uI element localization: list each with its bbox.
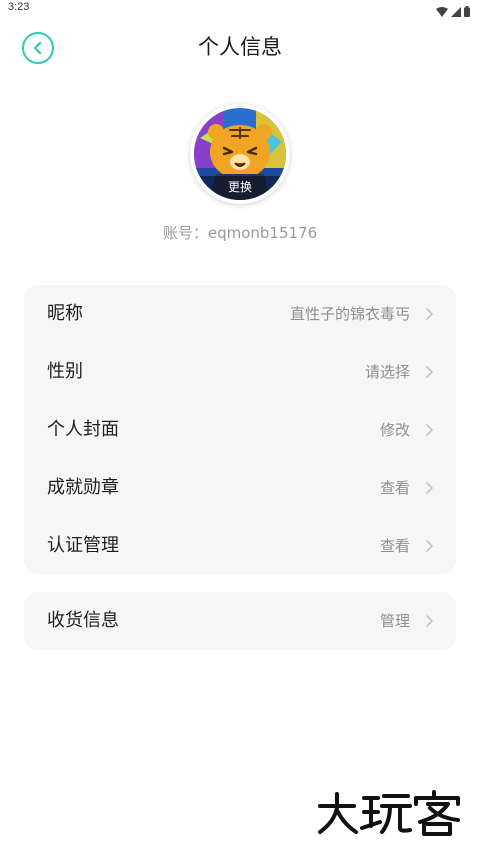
status-icons [436,2,470,21]
row-value: 修改 [379,421,410,439]
row-shipping-info[interactable]: 收货信息 管理 [24,592,456,650]
row-label: 成就勋章 [47,477,119,498]
row-value: 请选择 [364,363,410,381]
chevron-right-icon [426,540,433,552]
row-label: 性别 [47,361,83,382]
row-label: 昵称 [47,303,83,324]
row-value: 查看 [379,479,410,497]
avatar-change-label: 更换 [194,176,286,200]
row-value: 管理 [379,612,410,630]
wifi-icon [436,2,448,21]
row-label: 收货信息 [47,610,119,631]
chevron-right-icon [426,424,433,436]
page-title: 个人信息 [198,35,282,59]
watermark-logo [318,790,460,836]
status-bar: 3:23 [0,0,480,17]
profile-settings-card: 昵称 直性子的锦衣毒丐 性别 请选择 个人封面 修改 成就勋章 查看 认证管理 … [24,285,456,574]
row-label: 认证管理 [47,535,119,556]
row-value: 查看 [379,537,410,555]
row-label: 个人封面 [47,419,119,440]
chevron-right-icon [426,308,433,320]
signal-icon [451,2,461,21]
account-id: 账号：eqmonb15176 [162,224,318,242]
row-achievement-badges[interactable]: 成就勋章 查看 [24,459,456,517]
avatar[interactable]: 更换 [190,104,290,204]
shipping-card: 收货信息 管理 [24,592,456,650]
row-gender[interactable]: 性别 请选择 [24,343,456,401]
chevron-right-icon [426,366,433,378]
row-verification[interactable]: 认证管理 查看 [24,517,456,575]
chevron-right-icon [426,482,433,494]
battery-icon [464,2,470,21]
avatar-image: 更换 [194,108,286,200]
row-nickname[interactable]: 昵称 直性子的锦衣毒丐 [24,285,456,343]
row-profile-cover[interactable]: 个人封面 修改 [24,401,456,459]
status-time: 3:23 [8,1,30,13]
chevron-right-icon [426,615,433,627]
row-value: 直性子的锦衣毒丐 [289,305,410,323]
